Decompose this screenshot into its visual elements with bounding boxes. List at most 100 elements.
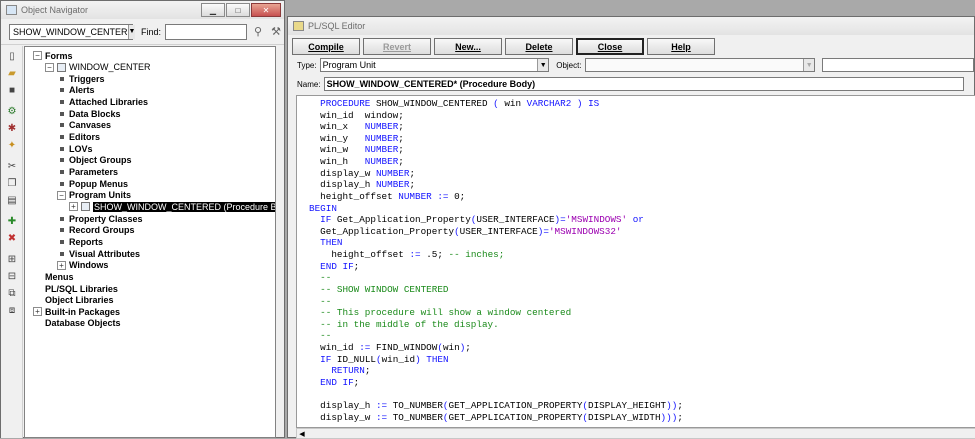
- find-input[interactable]: [165, 23, 248, 40]
- find-next-icon[interactable]: ⚲: [251, 25, 265, 39]
- type-select[interactable]: Program Unit ▼: [319, 58, 550, 72]
- tree-node-label: Reports: [69, 236, 104, 247]
- compile-button[interactable]: Compile: [292, 38, 360, 55]
- copy-icon[interactable]: ❐: [5, 177, 19, 190]
- revert-button[interactable]: Revert: [363, 38, 431, 55]
- code-editor[interactable]: PROCEDURE SHOW_WINDOW_CENTERED ( win VAR…: [296, 95, 975, 428]
- tree-node[interactable]: Property Classes: [57, 213, 143, 224]
- tree-node[interactable]: Data Blocks: [57, 108, 121, 119]
- tree-node[interactable]: Record Groups: [57, 225, 135, 236]
- tree-node[interactable]: Visual Attributes: [57, 248, 140, 259]
- chevron-down-icon[interactable]: ▼: [537, 59, 549, 71]
- debug-icon[interactable]: ✱: [5, 122, 19, 135]
- horizontal-scrollbar[interactable]: ◀: [296, 428, 975, 439]
- collapse-icon[interactable]: ⊟: [5, 270, 19, 283]
- code-token: --: [309, 330, 332, 342]
- code-line: Get_Application_Property(USER_INTERFACE)…: [309, 226, 621, 238]
- tree-node[interactable]: Canvases: [57, 120, 111, 131]
- tree-node[interactable]: Attached Libraries: [57, 97, 148, 108]
- tree-node[interactable]: Object Libraries: [33, 295, 114, 306]
- object-tree[interactable]: − Forms − WINDOW_CENTER Triggers Alerts Attach…: [24, 46, 276, 438]
- code-line: win_y NUMBER;: [309, 133, 404, 145]
- run-icon[interactable]: ⚙: [5, 105, 19, 118]
- tree-node[interactable]: + Windows: [57, 260, 108, 271]
- delete-icon[interactable]: ✖: [5, 232, 19, 245]
- chevron-down-icon[interactable]: ▼: [803, 59, 815, 71]
- code-line: END IF;: [309, 377, 359, 389]
- expand-node-icon[interactable]: +: [57, 260, 66, 270]
- find-previous-icon[interactable]: ⚒: [269, 25, 283, 39]
- tree-node[interactable]: Editors: [57, 132, 100, 143]
- tree-node[interactable]: + SHOW_WINDOW_CENTERED (Procedure Body: [69, 201, 275, 212]
- node-bullet-icon: [60, 216, 64, 221]
- compile-icon[interactable]: ✦: [5, 139, 19, 152]
- collapse-node-icon[interactable]: −: [57, 190, 66, 200]
- close-window-button[interactable]: ✕: [251, 3, 281, 17]
- navigator-title: Object Navigator: [21, 5, 89, 15]
- help-button[interactable]: Help: [647, 38, 715, 55]
- object-detail-field[interactable]: [822, 58, 974, 72]
- tree-node[interactable]: Reports: [57, 236, 103, 247]
- navigator-titlebar[interactable]: Object Navigator ▁ □ ✕: [1, 1, 284, 19]
- tree-node[interactable]: Popup Menus: [57, 178, 128, 189]
- expand-all-icon[interactable]: ⧉: [5, 287, 19, 300]
- tree-node[interactable]: Triggers: [57, 73, 105, 84]
- tree-node-label: Canvases: [69, 120, 112, 131]
- code-token: IF: [320, 214, 332, 226]
- chevron-down-icon[interactable]: ▼: [127, 24, 136, 39]
- node-bullet-icon: [60, 135, 64, 140]
- tree-node[interactable]: LOVs: [57, 143, 93, 154]
- new-file-icon[interactable]: ▯: [5, 50, 19, 63]
- code-token: NUMBER: [364, 132, 399, 144]
- collapse-node-icon[interactable]: −: [45, 62, 54, 72]
- name-field[interactable]: SHOW_WINDOW_CENTERED* (Procedure Body): [323, 77, 964, 91]
- code-token: --: [309, 295, 332, 307]
- tree-node[interactable]: Parameters: [57, 167, 118, 178]
- tree-node[interactable]: PL/SQL Libraries: [33, 283, 118, 294]
- code-token: or: [632, 214, 644, 226]
- type-object-row: Type: Program Unit ▼ Object: ▼: [288, 57, 974, 73]
- collapse-node-icon[interactable]: −: [33, 51, 42, 60]
- tree-node[interactable]: Object Groups: [57, 155, 132, 166]
- code-token: 'MSWINDOWS32': [548, 225, 622, 237]
- tree-node-label: WINDOW_CENTER: [69, 62, 151, 73]
- code-line: -- in the middle of the display.: [309, 319, 499, 331]
- new-button[interactable]: New...: [434, 38, 502, 55]
- object-select[interactable]: ▼: [584, 58, 816, 72]
- maximize-button[interactable]: □: [226, 3, 250, 17]
- open-folder-icon[interactable]: ▰: [5, 67, 19, 80]
- code-line: END IF;: [309, 261, 359, 273]
- cut-icon[interactable]: ✂: [5, 160, 19, 173]
- tree-node[interactable]: − Program Units: [57, 190, 131, 201]
- tree-node[interactable]: − Forms: [33, 50, 73, 61]
- type-select-value: Program Unit: [322, 60, 376, 70]
- tree-node[interactable]: Menus: [33, 271, 74, 282]
- name-row: Name: SHOW_WINDOW_CENTERED* (Procedure B…: [288, 76, 974, 92]
- expand-node-icon[interactable]: +: [33, 307, 42, 317]
- code-line: IF Get_Application_Property(USER_INTERFA…: [309, 214, 644, 226]
- close-button[interactable]: Close: [576, 38, 644, 55]
- code-line: display_h := TO_NUMBER(GET_APPLICATION_P…: [309, 400, 683, 412]
- save-icon[interactable]: ■: [5, 84, 19, 97]
- minimize-button[interactable]: ▁: [201, 3, 225, 17]
- tree-node-label: Database Objects: [45, 318, 121, 329]
- tree-node[interactable]: − WINDOW_CENTER: [45, 62, 151, 73]
- expand-node-icon[interactable]: +: [69, 202, 78, 212]
- code-token: THEN: [320, 237, 343, 249]
- code-token: :=: [375, 400, 388, 412]
- tree-node[interactable]: Database Objects: [33, 318, 121, 329]
- editor-titlebar[interactable]: PL/SQL Editor: [288, 17, 974, 35]
- code-token: RETURN: [331, 365, 365, 377]
- tree-node[interactable]: Alerts: [57, 85, 95, 96]
- code-line: win_id window;: [309, 110, 404, 122]
- delete-button[interactable]: Delete: [505, 38, 573, 55]
- module-select[interactable]: SHOW_WINDOW_CENTER ▼: [9, 23, 136, 40]
- tree-node[interactable]: + Built-in Packages: [33, 306, 120, 317]
- expand-icon[interactable]: ⊞: [5, 253, 19, 266]
- scroll-left-icon[interactable]: ◀: [297, 429, 307, 438]
- create-icon[interactable]: ✚: [5, 215, 19, 228]
- paste-icon[interactable]: ▤: [5, 194, 19, 207]
- collapse-all-icon[interactable]: ⧈: [5, 304, 19, 317]
